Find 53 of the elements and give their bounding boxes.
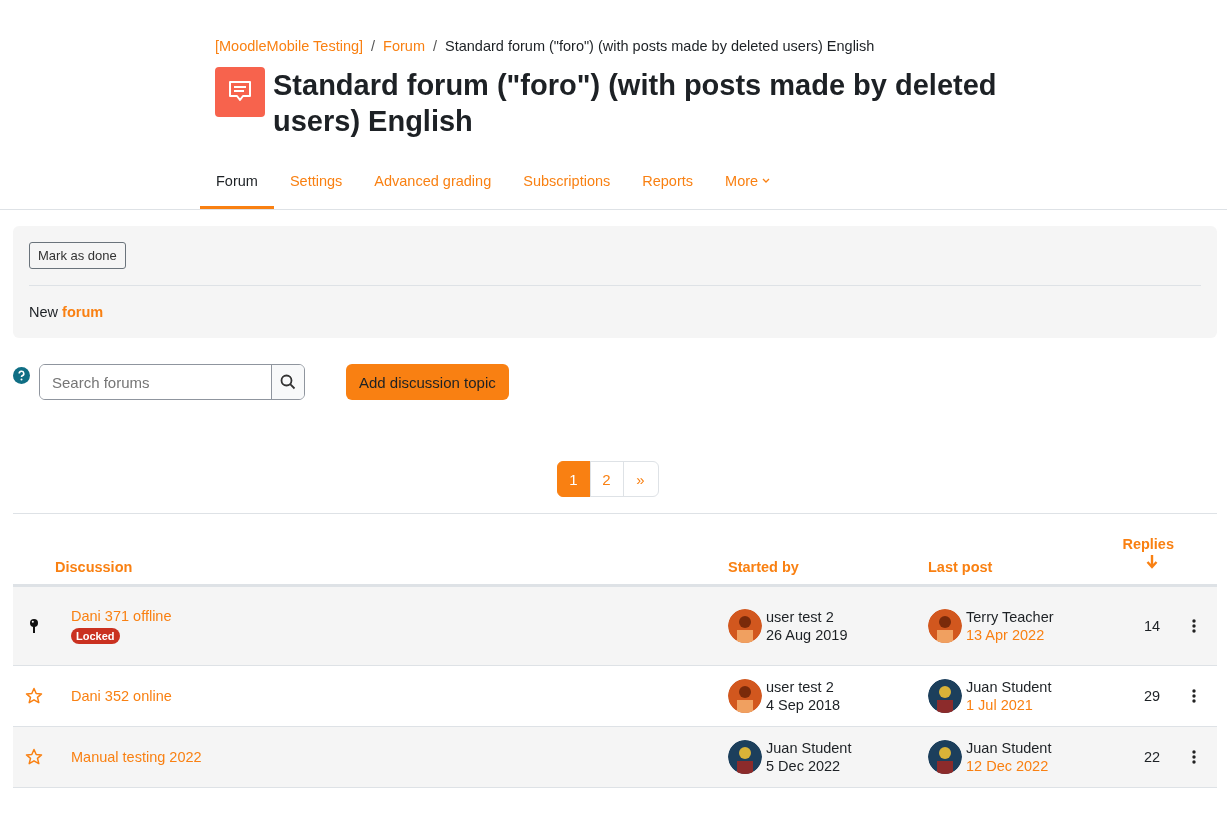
discussion-link[interactable]: Dani 371 offline <box>71 608 172 624</box>
activity-description: New forum <box>29 304 105 320</box>
author-name: Juan Student <box>966 679 1052 695</box>
breadcrumb-separator: / <box>371 38 376 54</box>
nav-tab[interactable]: Subscriptions <box>507 159 627 209</box>
reply-count: 29 <box>1142 688 1162 704</box>
star-icon[interactable] <box>25 748 43 766</box>
search-field[interactable]: Search forums <box>39 364 305 400</box>
breadcrumb-link[interactable]: Forum <box>383 38 425 54</box>
column-header[interactable]: Replies <box>1122 536 1174 552</box>
last-post-link[interactable]: 1 Jul 2021 <box>966 697 1052 713</box>
nav-tab[interactable]: Reports <box>626 159 710 209</box>
author-name: Juan Student <box>766 740 852 756</box>
help-icon[interactable] <box>13 367 30 384</box>
page-link[interactable]: » <box>622 461 659 497</box>
chevron-down-icon <box>762 178 771 184</box>
locked-badge: Locked <box>71 628 120 644</box>
forum-icon <box>215 67 265 117</box>
column-header[interactable]: Started by <box>728 559 928 584</box>
more-options-icon[interactable] <box>1192 619 1196 633</box>
page-link[interactable]: 2 <box>589 461 624 497</box>
last-post-link[interactable]: 12 Dec 2022 <box>966 758 1052 774</box>
author-name: Juan Student <box>966 740 1052 756</box>
column-header[interactable]: Last post <box>928 559 1118 584</box>
post-date: 5 Dec 2022 <box>766 758 842 774</box>
breadcrumb-current: Standard forum ("foro") (with posts made by deleted users) English <box>445 38 875 54</box>
column-header[interactable]: Discussion <box>55 559 728 584</box>
discussion-link[interactable]: Manual testing 2022 <box>71 749 202 765</box>
reply-count: 22 <box>1142 749 1162 765</box>
sort-down-arrow-icon <box>1146 554 1158 570</box>
search-button[interactable] <box>271 365 304 399</box>
nav-tab[interactable]: More <box>709 159 787 209</box>
search-icon <box>280 374 296 390</box>
nav-tab[interactable]: Settings <box>273 159 359 209</box>
add-discussion-button[interactable]: Add discussion topic <box>346 364 509 400</box>
discussion-link[interactable]: Dani 352 online <box>71 688 172 704</box>
author-name: user test 2 <box>766 609 835 625</box>
nav-tab[interactable]: Forum <box>200 159 274 209</box>
author-name: user test 2 <box>766 679 835 695</box>
breadcrumb-link[interactable]: [MoodleMobile Testing] <box>215 38 364 54</box>
page-link[interactable]: 1 <box>556 461 591 497</box>
breadcrumb-separator: / <box>433 38 437 54</box>
last-post-link[interactable]: 13 Apr 2022 <box>966 627 1054 643</box>
more-options-icon[interactable] <box>1192 750 1196 764</box>
nav-tab[interactable]: Advanced grading <box>358 159 508 209</box>
mark-as-done-button[interactable]: Mark as done <box>29 242 126 269</box>
reply-count: 14 <box>1142 618 1162 634</box>
page-title: Standard forum ("foro") (with posts made by deleted users) English <box>273 68 998 139</box>
author-name: Terry Teacher <box>966 609 1054 625</box>
more-options-icon[interactable] <box>1192 689 1196 703</box>
star-icon[interactable] <box>25 687 43 705</box>
post-date: 4 Sep 2018 <box>766 697 841 713</box>
post-date: 26 Aug 2019 <box>766 627 848 643</box>
